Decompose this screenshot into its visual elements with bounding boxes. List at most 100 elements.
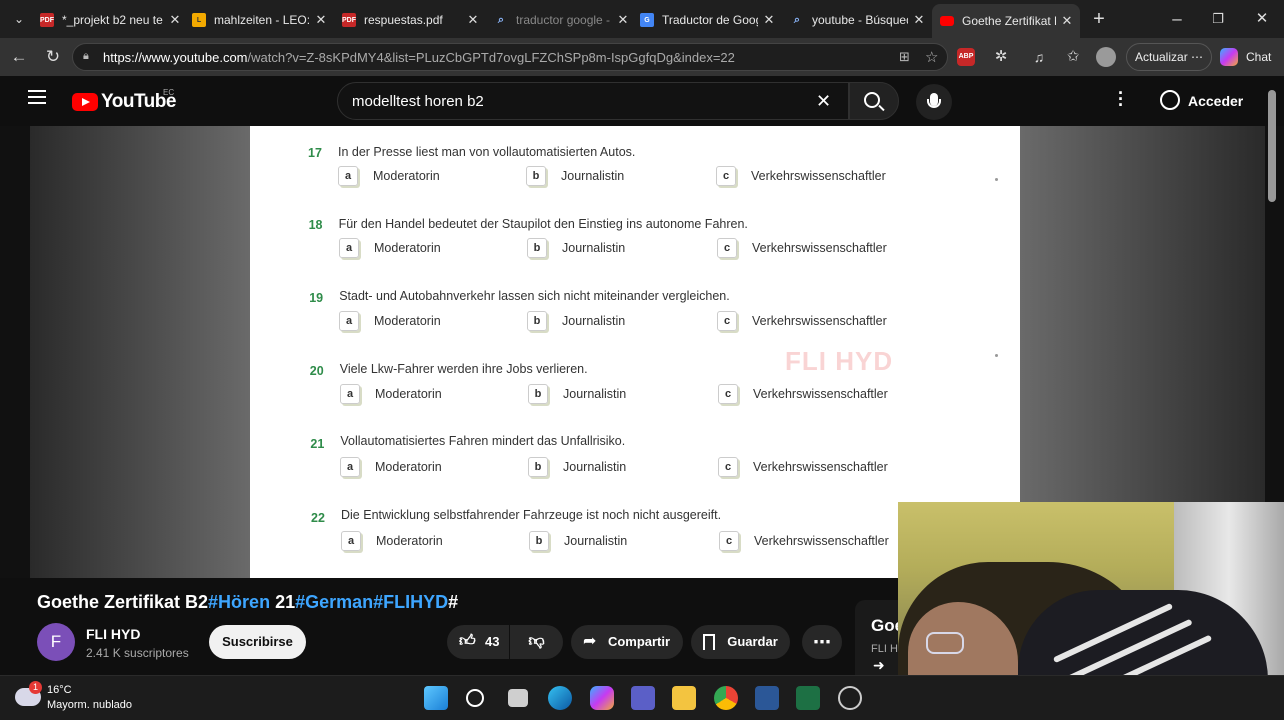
option-letter-box: c [717,311,737,331]
tab-traductor-search[interactable]: ⌕ traductor google - ✕ [494,6,630,34]
answer-option-b: b Journalistin [529,531,627,551]
chat-button[interactable]: Chat [1246,50,1271,64]
close-icon[interactable]: ✕ [1060,13,1074,29]
more-actions-button[interactable]: ⋯ [802,625,842,659]
task-view-icon[interactable] [508,689,528,707]
more-options-icon[interactable]: · · · [1116,84,1126,114]
new-tab-button[interactable]: + [1088,8,1110,30]
recommended-channel: FLI H [871,643,898,655]
option-letter-box: b [528,457,548,477]
answer-option-b: b Journalistin [528,384,626,404]
hashtag-link[interactable]: #FLIHYD [373,592,448,612]
tab-projekt[interactable]: PDF *_projekt b2 neu te ✕ [40,6,182,34]
share-button[interactable]: ➦ Compartir [571,625,683,659]
subscribe-button[interactable]: Suscribirse [209,625,306,659]
answer-option-a: a Moderatorin [341,531,443,551]
voice-search-button[interactable] [916,84,952,120]
close-icon[interactable]: ✕ [168,12,182,28]
close-icon[interactable]: ✕ [466,12,480,28]
tab-list-button[interactable]: ⌄ [8,8,30,30]
excel-icon[interactable] [796,686,820,710]
tab-youtube-search[interactable]: ⌕ youtube - Búsqued ✕ [790,6,926,34]
save-button[interactable]: Guardar [691,625,790,659]
answer-option-c: c Verkehrswissenschaftler [718,384,888,404]
file-explorer-icon[interactable] [672,686,696,710]
copilot-icon[interactable] [590,686,614,710]
adblock-icon[interactable]: ABP [957,48,975,66]
option-label: Moderatorin [373,169,440,183]
chrome-icon[interactable] [714,686,738,710]
search-input[interactable]: modelltest horen b2 ✕ [337,82,849,120]
windows-start-icon[interactable] [424,686,448,710]
option-letter-box: b [527,311,547,331]
option-letter-box: c [718,384,738,404]
tab-goethe-active[interactable]: Goethe Zertifikat B ✕ [932,4,1080,38]
profile-avatar[interactable] [1096,47,1116,67]
close-icon[interactable]: ✕ [912,12,926,28]
option-label: Verkehrswissenschaftler [752,314,887,328]
sign-in-button[interactable]: Acceder [1150,86,1253,116]
subscriber-count: 2.41 K suscriptores [86,646,189,660]
option-label: Moderatorin [375,387,442,401]
answer-option-b: b Journalistin [526,166,624,186]
answer-option-a: a Moderatorin [339,238,441,258]
option-label: Verkehrswissenschaftler [754,534,889,548]
close-icon[interactable]: ✕ [616,12,630,28]
option-letter-box: c [717,238,737,258]
youtube-icon [940,16,954,26]
word-icon[interactable] [755,686,779,710]
tab-traductor-google[interactable]: G Traductor de Goog ✕ [640,6,776,34]
extensions-icon[interactable]: ✲ [990,46,1012,68]
back-arrow-icon[interactable]: ← [8,46,30,68]
window-close-button[interactable]: ✕ [1251,8,1273,30]
favorites-icon[interactable]: ✩ [1062,46,1084,68]
edge-icon[interactable] [548,686,572,710]
translate-icon: G [640,13,654,27]
close-icon[interactable]: ✕ [762,12,776,28]
channel-name[interactable]: FLI HYD [86,626,140,642]
option-label: Verkehrswissenschaftler [753,387,888,401]
reload-icon[interactable]: ↻ [42,46,64,68]
option-label: Verkehrswissenschaftler [753,460,888,474]
weather-description[interactable]: Mayorm. nublado [47,699,132,711]
video-title: Goethe Zertifikat B2#Hören 21#German#FLI… [37,592,458,613]
hashtag-link[interactable]: #Hören [208,592,270,612]
answer-option-b: b Journalistin [527,311,625,331]
tab-respuestas[interactable]: PDF respuestas.pdf ✕ [342,6,480,34]
tab-mahlzeiten[interactable]: L mahlzeiten - LEO: T ✕ [192,6,328,34]
maximize-button[interactable]: ❐ [1207,8,1229,30]
media-icon[interactable]: ♫ [1028,46,1050,68]
answer-option-c: c Verkehrswissenschaftler [718,457,888,477]
app-available-icon[interactable]: ⊞ [899,49,910,65]
page-scrollbar[interactable] [1268,90,1276,202]
hashtag-link[interactable]: #German [295,592,373,612]
channel-avatar[interactable]: F [37,623,75,661]
teams-icon[interactable] [631,686,655,710]
weather-temperature[interactable]: 16°C [47,684,72,696]
option-label: Moderatorin [374,314,441,328]
question-number: 17 [308,146,322,160]
search-button[interactable] [849,82,899,120]
option-label: Journalistin [561,169,625,183]
like-button[interactable]: 👍︎ 43 [447,625,509,659]
recording-app-icon[interactable] [838,686,862,710]
favorite-star-icon[interactable]: ☆ [925,48,938,66]
title-text: Goethe Zertifikat B2 [37,592,209,612]
copilot-icon[interactable] [1220,48,1238,66]
dislike-button[interactable]: 👎︎ [510,625,563,659]
option-label: Journalistin [563,460,627,474]
option-letter-box: a [340,457,360,477]
update-button[interactable]: Actualizar ⋯ [1126,43,1213,71]
answer-option-b: b Journalistin [528,457,626,477]
dot-mark [995,178,998,181]
option-letter-box: a [340,384,360,404]
youtube-logo-icon[interactable] [72,93,98,111]
clear-search-icon[interactable]: ✕ [816,91,831,112]
close-icon[interactable]: ✕ [314,12,328,28]
search-icon[interactable] [466,689,484,707]
option-label: Moderatorin [375,460,442,474]
address-bar[interactable]: 🔒︎ https://www.youtube.com/watch?v=Z-8sK… [72,43,948,71]
leo-icon: L [192,13,206,27]
hamburger-menu-icon[interactable] [28,90,46,104]
minimize-button[interactable]: – [1166,8,1188,30]
